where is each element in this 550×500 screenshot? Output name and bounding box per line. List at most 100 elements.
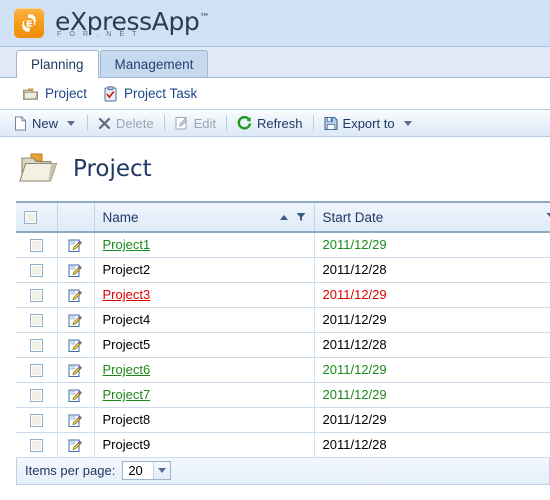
nav-item-project-task[interactable]: Project Task [103,85,198,102]
row-name-cell[interactable]: Project4 [94,307,315,333]
row-name-cell[interactable]: Project8 [94,407,315,433]
filter-funnel-icon[interactable] [546,212,550,222]
row-checkbox-cell[interactable] [16,282,58,308]
column-header-start-date[interactable]: Start Date [314,201,550,233]
tab-management[interactable]: Management [99,50,209,77]
project-name-link[interactable]: Project7 [103,387,151,402]
project-name-link: Project2 [102,262,151,277]
table-row[interactable]: Project4 2011/12/29 [16,307,550,333]
delete-button-label: Delete [116,115,154,131]
edit-row-icon[interactable] [68,363,83,378]
start-date-value: 2011/12/28 [322,262,387,277]
refresh-button[interactable]: Refresh [231,111,309,135]
edit-row-icon[interactable] [68,238,83,253]
row-name-cell[interactable]: Project7 [94,382,315,408]
tab-planning[interactable]: Planning [16,50,99,78]
edit-row-icon[interactable] [68,288,83,303]
row-checkbox[interactable] [29,239,43,253]
row-edit-cell[interactable] [57,357,95,383]
row-checkbox-cell[interactable] [16,432,58,458]
row-checkbox[interactable] [29,339,43,353]
row-name-cell[interactable]: Project5 [94,332,315,358]
row-name-cell[interactable]: Project3 [94,282,315,308]
table-body: Project1 2011/12/29 Project2 2011/12/28 Proj… [16,232,550,458]
table-row[interactable]: Project1 2011/12/29 [16,232,550,258]
edit-button[interactable]: Edit [169,111,222,135]
row-checkbox[interactable] [29,389,43,403]
row-checkbox[interactable] [29,414,43,428]
start-date-value: 2011/12/29 [322,312,387,327]
new-page-icon [14,115,27,131]
row-checkbox[interactable] [29,289,43,303]
start-date-value: 2011/12/29 [322,387,387,402]
row-edit-cell[interactable] [57,307,95,333]
items-per-page-select[interactable]: 20 [122,461,172,480]
row-edit-cell[interactable] [57,282,95,308]
sort-ascending-icon[interactable] [279,214,288,220]
row-name-cell[interactable]: Project2 [94,257,315,283]
row-name-cell[interactable]: Project9 [94,432,315,458]
row-edit-cell[interactable] [57,407,95,433]
row-checkbox[interactable] [29,314,43,328]
row-checkbox[interactable] [29,439,43,453]
edit-row-icon[interactable] [68,313,83,328]
row-checkbox-cell[interactable] [16,382,58,408]
start-date-value: 2011/12/28 [322,437,387,452]
row-name-cell[interactable]: Project1 [94,232,315,258]
edit-row-icon[interactable] [68,438,83,453]
project-name-link[interactable]: Project1 [103,237,151,252]
table-row[interactable]: Project7 2011/12/29 [16,382,550,408]
select-all-checkbox[interactable] [24,211,37,225]
toolbar-separator [163,115,165,131]
edit-button-label: Edit [193,115,216,131]
toolbar-separator [226,115,227,131]
row-checkbox-cell[interactable] [16,357,58,383]
export-to-button[interactable]: Export to [318,111,420,135]
folder-icon [22,86,39,101]
project-name-link: Project9 [102,437,151,452]
nav-item-project-task-label: Project Task [124,86,198,101]
tab-planning-label: Planning [31,57,84,72]
toolbar-separator [87,115,89,131]
row-edit-cell[interactable] [57,382,95,408]
project-name-link[interactable]: Project3 [103,287,151,302]
chevron-down-icon[interactable] [403,120,412,126]
row-edit-cell[interactable] [57,432,95,458]
edit-row-icon[interactable] [68,263,83,278]
row-edit-cell[interactable] [57,332,95,358]
delete-button[interactable]: Delete [92,111,160,135]
chevron-down-icon[interactable] [67,120,76,126]
column-header-name[interactable]: Name [94,201,315,233]
action-toolbar: New Delete Edit Refresh Export to [0,109,550,137]
table-row[interactable]: Project5 2011/12/28 [16,332,550,358]
new-button-label: New [32,115,59,131]
table-row[interactable]: Project8 2011/12/29 [16,407,550,433]
row-checkbox-cell[interactable] [16,307,58,333]
table-row[interactable]: Project6 2011/12/29 [16,357,550,383]
items-per-page-label: Items per page: [25,463,116,478]
row-checkbox[interactable] [29,264,43,278]
row-checkbox-cell[interactable] [16,332,58,358]
row-checkbox[interactable] [29,364,43,378]
table-row[interactable]: Project3 2011/12/29 [16,282,550,308]
row-start-date-cell: 2011/12/29 [314,357,550,383]
row-edit-cell[interactable] [57,232,95,258]
filter-funnel-icon[interactable] [296,212,306,222]
row-name-cell[interactable]: Project6 [94,357,315,383]
table-row[interactable]: Project2 2011/12/28 [16,257,550,283]
nav-item-project[interactable]: Project [22,86,87,101]
row-edit-cell[interactable] [57,257,95,283]
edit-row-icon[interactable] [68,413,83,428]
new-button[interactable]: New [8,111,83,135]
start-date-value: 2011/12/29 [322,362,387,377]
row-checkbox-cell[interactable] [16,232,58,258]
table-row[interactable]: Project9 2011/12/28 [16,432,550,458]
project-name-link[interactable]: Project6 [103,362,151,377]
navigation-row: Project Project Task [0,78,550,109]
column-header-select-all[interactable] [16,201,58,233]
edit-row-icon[interactable] [68,388,83,403]
chevron-down-icon[interactable] [153,462,171,479]
row-checkbox-cell[interactable] [16,257,58,283]
row-checkbox-cell[interactable] [16,407,58,433]
edit-row-icon[interactable] [68,338,83,353]
